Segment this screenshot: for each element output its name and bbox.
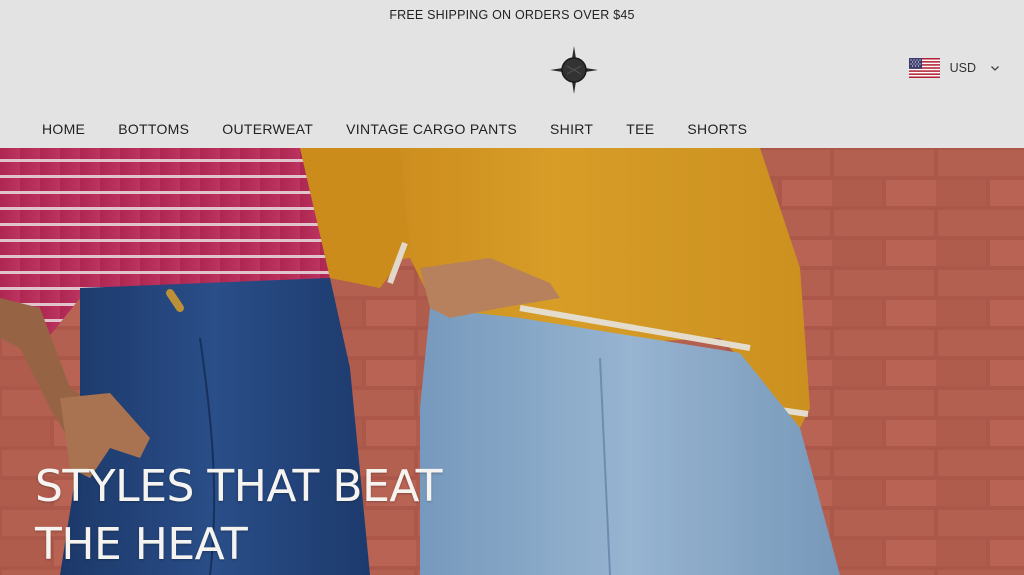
currency-label: USD bbox=[949, 61, 976, 75]
nav-item-shorts[interactable]: SHORTS bbox=[687, 121, 747, 137]
nav-item-tee[interactable]: TEE bbox=[626, 121, 654, 137]
nav-item-bottoms[interactable]: BOTTOMS bbox=[118, 121, 189, 137]
hero-title-line-2: THE HEAT bbox=[35, 519, 248, 570]
hero-banner[interactable]: STYLES THAT BEAT THE HEAT bbox=[0, 148, 1024, 575]
hero-title: STYLES THAT BEAT THE HEAT bbox=[35, 458, 442, 574]
announcement-bar: FREE SHIPPING ON ORDERS OVER $45 bbox=[0, 0, 1024, 30]
nav-item-vintage-cargo-pants[interactable]: VINTAGE CARGO PANTS bbox=[346, 121, 517, 137]
nav-item-shirt[interactable]: SHIRT bbox=[550, 121, 593, 137]
site-header: USD bbox=[0, 30, 1024, 110]
hero-title-line-1: STYLES THAT BEAT bbox=[35, 461, 442, 512]
chevron-down-icon bbox=[991, 66, 999, 71]
announcement-text: FREE SHIPPING ON ORDERS OVER $45 bbox=[389, 8, 635, 22]
nav-item-outerweat[interactable]: OUTERWEAT bbox=[222, 121, 313, 137]
us-flag-icon bbox=[908, 58, 940, 78]
currency-selector[interactable]: USD bbox=[908, 58, 1000, 78]
nav-item-home[interactable]: HOME bbox=[42, 121, 85, 137]
compass-star-logo[interactable] bbox=[550, 46, 598, 94]
main-navigation: HOME BOTTOMS OUTERWEAT VINTAGE CARGO PAN… bbox=[0, 110, 1024, 148]
